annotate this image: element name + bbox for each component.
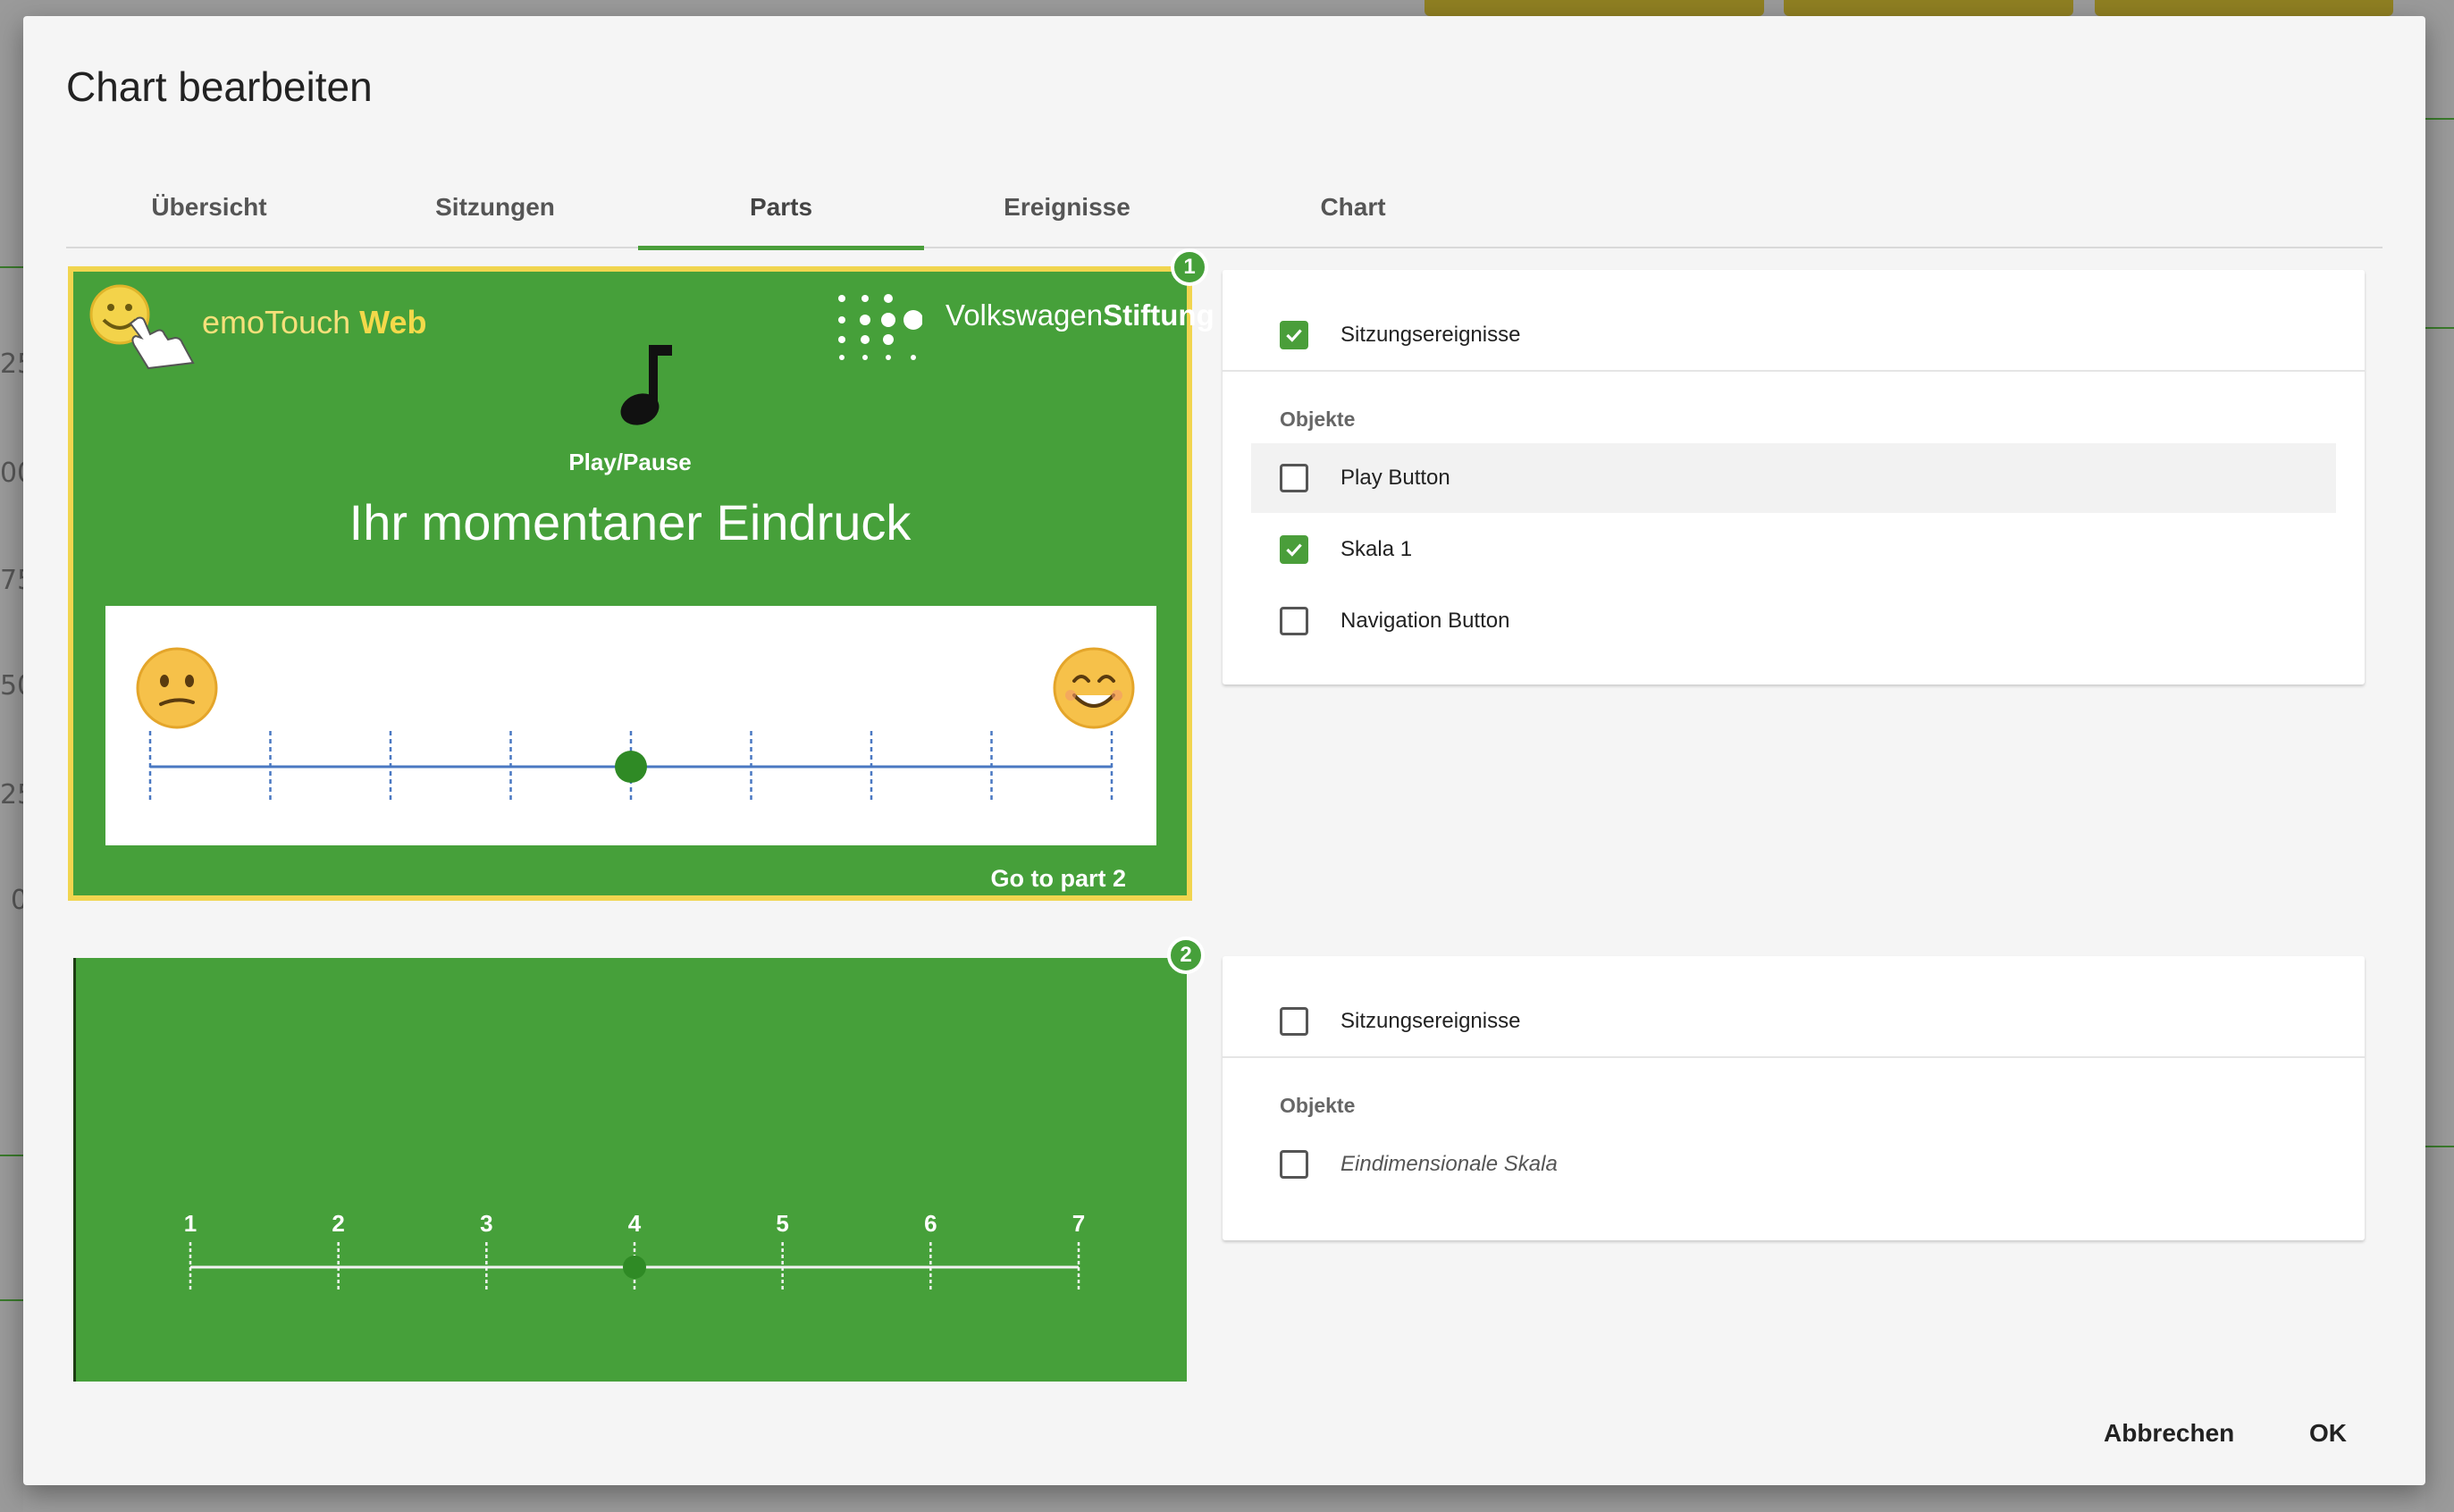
part-1-preview[interactable]: emoTouch Web VolkswagenStiftung Play/Pau… [68, 266, 1214, 901]
object-row-scale-1[interactable]: Skala 1 [1251, 515, 2336, 584]
ok-button[interactable]: OK [2309, 1419, 2347, 1448]
background-right-strip [2425, 0, 2454, 1512]
emotouch-logo-icon [89, 284, 195, 370]
scale-2-tick-label: 5 [776, 1210, 788, 1237]
music-note-icon[interactable] [613, 341, 676, 427]
scale-2-tick-label: 4 [628, 1210, 642, 1237]
check-icon [1286, 543, 1302, 557]
scale-2-tick-label: 6 [924, 1210, 937, 1237]
divider [1223, 1056, 2365, 1058]
part-2-objects-card: Sitzungsereignisse Objekte Eindimensiona… [1223, 956, 2365, 1240]
background-line [0, 1299, 23, 1301]
scale-2-tick-label: 7 [1072, 1210, 1085, 1237]
brand-right-text: Volkswagen [945, 298, 1104, 332]
session-events-row[interactable]: Sitzungsereignisse [1251, 300, 2336, 370]
background-line [0, 266, 23, 268]
confused-face-icon [136, 647, 218, 729]
object-label: Skala 1 [1340, 537, 1413, 561]
tab-chart[interactable]: Chart [1210, 166, 1496, 248]
part-2-badge: 2 [1167, 937, 1205, 974]
volkswagen-stiftung-brand: VolkswagenStiftung [945, 298, 1214, 332]
background-left-strip [0, 0, 23, 1512]
one-dimensional-scale-checkbox[interactable] [1280, 1150, 1308, 1179]
session-events-label: Sitzungsereignisse [1340, 1009, 1521, 1033]
brand-left-bold-text: Web [359, 304, 427, 340]
session-events-checkbox[interactable] [1280, 1007, 1308, 1036]
play-button-checkbox[interactable] [1280, 464, 1308, 492]
background-topbar [0, 0, 2454, 16]
object-label: Navigation Button [1340, 609, 1510, 633]
brand-left-text: emoTouch [202, 304, 351, 340]
background-line [2425, 118, 2454, 120]
object-row-play-button[interactable]: Play Button [1251, 443, 2336, 513]
navigation-button-label[interactable]: Go to part 2 [990, 865, 1126, 893]
scale-1-checkbox[interactable] [1280, 535, 1308, 564]
scale-2-handle[interactable] [623, 1256, 646, 1279]
navigation-button-checkbox[interactable] [1280, 607, 1308, 635]
tab-events[interactable]: Ereignisse [924, 166, 1210, 248]
object-label: Eindimensionale Skala [1340, 1152, 1558, 1176]
brand-right-bold-text: Stiftung [1103, 298, 1214, 332]
background-yellow-button [1424, 0, 1764, 16]
objects-section-label: Objekte [1280, 407, 1356, 431]
scale-1-handle[interactable] [615, 751, 647, 783]
background-line [2425, 327, 2454, 329]
scale-2-tick-label: 1 [184, 1210, 197, 1237]
session-events-checkbox[interactable] [1280, 321, 1308, 349]
tab-sessions[interactable]: Sitzungen [352, 166, 638, 248]
scale-2-tick-label: 3 [480, 1210, 492, 1237]
background-line [0, 1155, 23, 1156]
dialog-title: Chart bearbeiten [66, 63, 373, 110]
objects-section-label: Objekte [1280, 1094, 1356, 1117]
tab-bar: Übersicht Sitzungen Parts Ereignisse Cha… [66, 166, 2383, 250]
session-events-row[interactable]: Sitzungsereignisse [1251, 987, 2336, 1056]
one-dimensional-scale[interactable]: 1 2 3 4 5 6 7 [76, 1190, 1187, 1342]
emotouch-brand: emoTouch Web [202, 304, 426, 341]
tab-overview[interactable]: Übersicht [66, 166, 352, 248]
smiling-face-icon [1053, 647, 1135, 729]
play-pause-label: Play/Pause [568, 449, 692, 475]
part-headline: Ihr momentaner Eindruck [349, 494, 912, 550]
divider [1223, 370, 2365, 372]
tab-parts[interactable]: Parts [638, 166, 924, 250]
object-row-one-dimensional-scale[interactable]: Eindimensionale Skala [1251, 1130, 2336, 1199]
volkswagen-stiftung-logo-icon [838, 294, 922, 360]
scale-1-slider[interactable] [105, 731, 1156, 829]
part-2-preview[interactable]: 1 2 3 4 5 6 7 [73, 958, 1187, 1382]
rating-scale-box[interactable] [105, 606, 1156, 845]
part-1-objects-card: Sitzungsereignisse Objekte Play Button S… [1223, 270, 2365, 685]
object-label: Play Button [1340, 466, 1450, 490]
part-1-badge: 1 [1171, 248, 1208, 286]
chart-edit-dialog: Chart bearbeiten Übersicht Sitzungen Par… [23, 16, 2425, 1485]
background-yellow-button [1784, 0, 2073, 16]
check-icon [1286, 329, 1302, 342]
background-line [2425, 1146, 2454, 1147]
session-events-label: Sitzungsereignisse [1340, 323, 1521, 347]
scale-2-tick-label: 2 [332, 1210, 344, 1237]
object-row-navigation-button[interactable]: Navigation Button [1251, 586, 2336, 656]
background-yellow-button [2095, 0, 2393, 16]
cancel-button[interactable]: Abbrechen [2104, 1419, 2234, 1448]
